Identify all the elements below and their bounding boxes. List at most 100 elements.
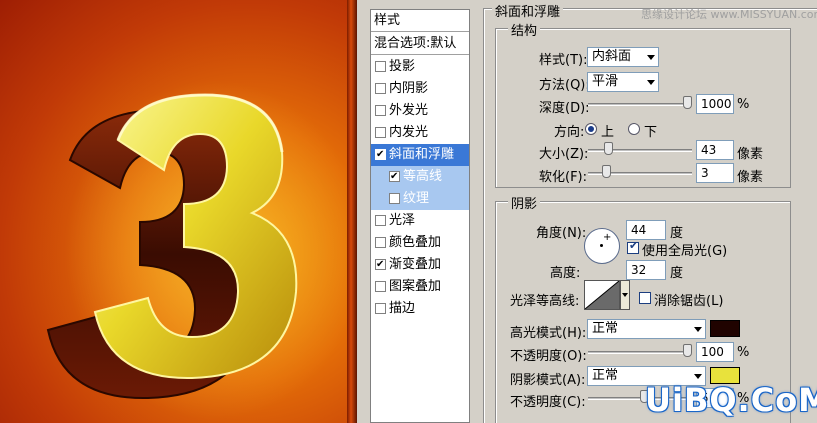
altitude-field[interactable]: 32 (626, 260, 666, 280)
chevron-down-icon (647, 80, 655, 85)
size-label: 大小(Z): (539, 147, 589, 162)
direction-down-label: 下 (644, 125, 658, 140)
style-item-label: 等高线 (403, 169, 443, 184)
chevron-down-icon (694, 327, 702, 332)
highlight-color-swatch[interactable] (710, 320, 740, 337)
altitude-unit: 度 (670, 266, 684, 281)
styles-header[interactable]: 样式 (371, 10, 469, 32)
style-item-checkbox[interactable] (375, 215, 386, 226)
soften-slider-thumb[interactable] (602, 165, 612, 178)
anti-alias-label: 消除锯齿(L) (654, 294, 724, 309)
style-item-checkbox[interactable] (375, 281, 386, 292)
style-item-label: 内发光 (389, 125, 429, 140)
gloss-contour-dropdown[interactable] (620, 280, 630, 310)
altitude-label: 高度: (550, 266, 581, 281)
canvas-edge (347, 0, 357, 423)
style-item-3[interactable]: 外发光 (371, 100, 469, 122)
global-light-label: 使用全局光(G) (642, 244, 728, 259)
style-item-label: 纹理 (403, 191, 430, 206)
highlight-mode-value: 正常 (592, 321, 619, 336)
anti-alias-checkbox[interactable] (639, 292, 651, 304)
site-logo-watermark: UiBQ.CoM (645, 381, 817, 419)
style-item-10[interactable]: 渐变叠加 (371, 254, 469, 276)
style-item-checkbox[interactable] (375, 237, 386, 248)
shadow-mode-label: 阴影模式(A): (510, 373, 586, 388)
style-item-8[interactable]: 光泽 (371, 210, 469, 232)
angle-label: 角度(N): (536, 226, 587, 241)
style-item-checkbox[interactable] (375, 127, 386, 138)
document-canvas (0, 0, 357, 423)
bevel-style-select[interactable]: 内斜面 (587, 47, 659, 67)
highlight-mode-label: 高光模式(H): (510, 326, 587, 341)
angle-dial[interactable]: + (584, 228, 620, 264)
style-item-label: 光泽 (389, 213, 416, 228)
style-item-label: 外发光 (389, 103, 429, 118)
bevel-emboss-title: 斜面和浮雕 (492, 1, 564, 20)
shading-title: 阴影 (508, 193, 541, 212)
highlight-mode-select[interactable]: 正常 (587, 319, 706, 339)
style-item-7[interactable]: 纹理 (371, 188, 469, 210)
style-item-label: 图案叠加 (389, 279, 442, 294)
style-item-checkbox[interactable] (375, 254, 386, 276)
style-item-label: 描边 (389, 301, 416, 316)
technique-label: 方法(Q): (539, 78, 590, 93)
direction-label: 方向: (554, 125, 585, 140)
depth-slider[interactable] (588, 103, 692, 106)
style-item-9[interactable]: 颜色叠加 (371, 232, 469, 254)
style-item-checkbox[interactable] (375, 83, 386, 94)
depth-label: 深度(D): (539, 101, 590, 116)
shadow-mode-value: 正常 (592, 368, 619, 383)
style-item-2[interactable]: 内阴影 (371, 78, 469, 100)
layer-style-dialog: 样式 混合选项:默认 投影内阴影外发光内发光斜面和浮雕等高线纹理光泽颜色叠加渐变… (357, 0, 817, 423)
global-light-checkbox[interactable] (627, 239, 639, 254)
technique-select[interactable]: 平滑 (587, 72, 659, 92)
angle-unit: 度 (670, 226, 684, 241)
chevron-down-icon (694, 374, 702, 379)
style-item-checkbox[interactable] (375, 144, 386, 166)
angle-field[interactable]: 44 (626, 220, 666, 240)
chevron-down-icon (622, 293, 628, 297)
size-field[interactable]: 43 (696, 140, 734, 160)
size-unit: 像素 (737, 147, 764, 162)
blend-options-item[interactable]: 混合选项:默认 (371, 33, 469, 55)
style-item-1[interactable]: 投影 (371, 56, 469, 78)
soften-field[interactable]: 3 (696, 163, 734, 183)
style-item-6[interactable]: 等高线 (371, 166, 469, 188)
depth-field[interactable]: 1000 (696, 94, 734, 114)
style-item-label: 斜面和浮雕 (389, 147, 455, 162)
styles-list: 样式 混合选项:默认 投影内阴影外发光内发光斜面和浮雕等高线纹理光泽颜色叠加渐变… (370, 9, 470, 423)
bevel-style-value: 内斜面 (592, 49, 632, 64)
direction-up-label: 上 (601, 125, 615, 140)
gloss-contour-picker[interactable] (584, 280, 620, 310)
style-item-label: 投影 (389, 59, 416, 74)
style-item-4[interactable]: 内发光 (371, 122, 469, 144)
structure-group: 结构 样式(T): 内斜面 方法(Q): 平滑 深度(D): 1000 % 方向… (495, 20, 791, 188)
style-item-label: 渐变叠加 (389, 257, 442, 272)
depth-slider-thumb[interactable] (683, 96, 692, 109)
highlight-opacity-thumb[interactable] (683, 344, 692, 357)
angle-dial-center (600, 244, 603, 247)
depth-unit: % (737, 97, 750, 112)
style-item-checkbox[interactable] (375, 61, 386, 72)
style-item-checkbox[interactable] (375, 303, 386, 314)
size-slider-thumb[interactable] (604, 142, 614, 155)
style-label: 样式(T): (539, 53, 588, 68)
style-item-5[interactable]: 斜面和浮雕 (371, 144, 469, 166)
style-item-checkbox[interactable] (389, 166, 400, 188)
highlight-opacity-unit: % (737, 345, 750, 360)
highlight-opacity-field[interactable]: 100 (696, 342, 734, 362)
soften-unit: 像素 (737, 170, 764, 185)
style-item-11[interactable]: 图案叠加 (371, 276, 469, 298)
chevron-down-icon (647, 55, 655, 60)
style-item-checkbox[interactable] (389, 193, 400, 204)
style-item-12[interactable]: 描边 (371, 298, 469, 320)
shadow-opacity-label: 不透明度(C): (510, 395, 586, 410)
direction-up-radio[interactable] (585, 123, 597, 135)
gloss-contour-label: 光泽等高线: (510, 294, 580, 309)
highlight-opacity-slider[interactable] (588, 351, 692, 354)
style-item-checkbox[interactable] (375, 105, 386, 116)
technique-value: 平滑 (592, 74, 619, 89)
style-item-label: 颜色叠加 (389, 235, 442, 250)
structure-title: 结构 (508, 20, 541, 39)
direction-down-radio[interactable] (628, 123, 640, 135)
